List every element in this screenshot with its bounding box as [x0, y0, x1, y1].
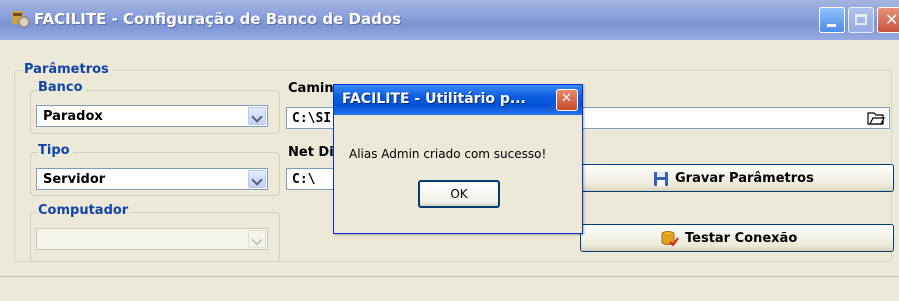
dialog-titlebar[interactable]: FACILITE - Utilitário p...	[334, 85, 582, 115]
dialog-close-button[interactable]	[556, 89, 578, 111]
tipo-label: Tipo	[38, 143, 73, 158]
tipo-value: Servidor	[43, 172, 106, 187]
chevron-down-icon[interactable]	[248, 230, 266, 248]
minimize-button[interactable]	[819, 7, 845, 33]
database-check-icon	[661, 231, 679, 247]
floppy-disk-icon	[654, 172, 668, 186]
net-dir-label: Net Di	[288, 145, 334, 160]
banco-label: Banco	[38, 80, 86, 95]
gravar-parametros-button[interactable]: Gravar Parâmetros	[580, 164, 894, 192]
maximize-button[interactable]	[848, 7, 874, 33]
computador-select[interactable]	[36, 228, 268, 250]
close-button[interactable]	[877, 7, 899, 33]
folder-open-icon[interactable]	[867, 110, 885, 126]
net-dir-value: C:\	[292, 172, 316, 187]
gravar-parametros-label: Gravar Parâmetros	[675, 171, 814, 186]
main-window: FACILITE - Configuração de Banco de Dado…	[0, 0, 899, 301]
testar-conexao-button[interactable]: Testar Conexão	[580, 224, 894, 252]
parametros-group-title: Parâmetros	[24, 62, 112, 77]
tipo-select[interactable]: Servidor	[36, 168, 268, 190]
chevron-down-icon[interactable]	[248, 170, 266, 188]
chevron-down-icon[interactable]	[248, 107, 266, 125]
ok-button[interactable]: OK	[418, 180, 500, 208]
computador-label: Computador	[38, 203, 132, 218]
status-bar	[0, 276, 899, 301]
dialog-message: Alias Admin criado com sucesso!	[349, 147, 547, 161]
ok-button-label: OK	[450, 187, 468, 201]
window-title: FACILITE - Configuração de Banco de Dado…	[34, 10, 402, 28]
banco-select[interactable]: Paradox	[36, 105, 268, 127]
message-dialog: FACILITE - Utilitário p... Alias Admin c…	[333, 84, 583, 234]
testar-conexao-label: Testar Conexão	[685, 231, 798, 246]
caminho-value: C:\SI	[292, 111, 332, 126]
banco-value: Paradox	[43, 109, 103, 124]
window-titlebar[interactable]: FACILITE - Configuração de Banco de Dado…	[0, 0, 899, 40]
dialog-title: FACILITE - Utilitário p...	[342, 91, 526, 107]
app-icon	[12, 11, 30, 28]
caminho-label: Camin	[288, 81, 334, 96]
